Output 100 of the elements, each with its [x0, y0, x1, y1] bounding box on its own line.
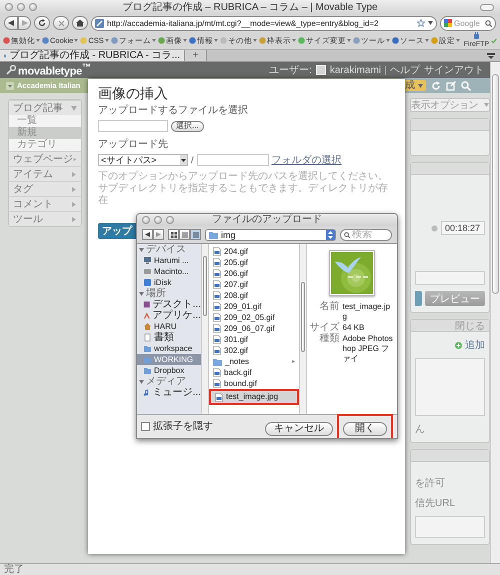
sidebar-group[interactable]: コメント: [9, 196, 81, 211]
scrollbar[interactable]: [490, 62, 500, 563]
sidebar-group[interactable]: ブログ記事: [9, 100, 81, 115]
disclosure-icon: [139, 248, 144, 252]
file-row[interactable]: 205.gif: [209, 257, 299, 268]
file-row[interactable]: 209_02_05.gif: [209, 312, 299, 323]
star-icon: [417, 19, 425, 27]
address-field[interactable]: http://accademia-italiana.jp/mt/mt.cgi?__mode=view&_type=entry&blog_id=2: [91, 16, 437, 30]
folder-popup[interactable]: img: [205, 228, 336, 240]
checkbox[interactable]: [141, 422, 150, 431]
file-row[interactable]: 204.gif: [209, 246, 299, 257]
add-link[interactable]: 追加: [465, 338, 485, 352]
checkbox-label: 拡張子を隠す: [153, 422, 213, 432]
dialog-button[interactable]: 開く: [343, 422, 387, 436]
scrollbar[interactable]: [299, 244, 307, 414]
tool-icon: [3, 37, 10, 44]
dialog-button[interactable]: キャンセル: [265, 422, 333, 436]
panel-text: ん: [414, 423, 426, 436]
image-file-icon: [215, 392, 223, 402]
field-label: アップロードするファイルを選択: [98, 105, 248, 117]
info-label: 名前: [318, 302, 340, 314]
caret-icon: [214, 39, 218, 42]
image-file-icon: [213, 291, 221, 300]
place-item[interactable]: アプリケ...: [137, 310, 201, 321]
file-field[interactable]: [98, 120, 168, 132]
file-row[interactable]: 301.gif: [209, 334, 299, 345]
info-value: 64 KB: [342, 323, 366, 333]
info-value: test_image.jpg: [342, 302, 392, 322]
reload-button[interactable]: [34, 16, 50, 30]
back-button[interactable]: [142, 229, 153, 240]
caret-icon: [424, 39, 429, 42]
image-file-icon: [213, 313, 221, 322]
header-link[interactable]: サインアウト: [424, 63, 484, 77]
choose-button[interactable]: 選択...: [171, 120, 204, 132]
disclosure-icon: [139, 380, 144, 384]
list-view-button[interactable]: [179, 229, 190, 240]
sidebar-group[interactable]: タグ: [9, 181, 81, 196]
edit-icon: [446, 80, 456, 90]
path-select[interactable]: <サイトパス>: [98, 154, 188, 166]
browser-tab[interactable]: ブログ記事の作成 - RUBRICA - コラ...: [0, 50, 185, 61]
place-item[interactable]: workspace: [137, 343, 201, 354]
image-file-icon: [213, 368, 221, 377]
path-field[interactable]: [196, 154, 269, 166]
column-view-button[interactable]: [190, 229, 201, 240]
reload-icon: [38, 19, 46, 27]
scrollbar[interactable]: [201, 244, 209, 414]
text-area[interactable]: [415, 358, 485, 416]
text-area[interactable]: [415, 516, 485, 538]
place-item[interactable]: デスクト...: [137, 299, 201, 310]
caret-icon: [152, 39, 156, 42]
place-item[interactable]: iDisk: [137, 277, 201, 288]
file-row[interactable]: 209_01.gif: [209, 301, 299, 312]
file-row[interactable]: 209_06_07.gif: [209, 323, 299, 334]
home-button[interactable]: [72, 16, 88, 30]
file-row[interactable]: 302.gif: [209, 345, 299, 356]
file-row[interactable]: test_image.jpg: [211, 391, 297, 403]
icon-view-button[interactable]: [168, 229, 179, 240]
image-file-icon: [213, 302, 221, 311]
caret-icon: [104, 39, 109, 42]
folder-link[interactable]: フォルダの選択: [272, 153, 342, 167]
tool-icon: [110, 37, 118, 44]
text-field[interactable]: [415, 271, 485, 285]
file-row[interactable]: 208.gif: [209, 290, 299, 301]
header-link[interactable]: ヘルプ: [390, 63, 420, 77]
dialog-title: 画像の挿入: [98, 85, 168, 101]
drive-icon: [143, 267, 152, 276]
caret-icon: [292, 360, 296, 363]
file-row[interactable]: 206.gif: [209, 268, 299, 279]
home-icon: [76, 19, 84, 27]
tab-list-icon: [487, 52, 495, 58]
field-label: アップロード先: [98, 139, 168, 151]
user-label: ユーザー:: [269, 64, 312, 77]
new-tab-button[interactable]: +: [185, 50, 207, 61]
sidebar-group[interactable]: アイテム: [9, 166, 81, 181]
file-row[interactable]: back.gif: [209, 367, 299, 378]
file-row[interactable]: _notes: [209, 356, 299, 367]
tool-icon: [158, 37, 165, 44]
search-icon: [344, 232, 350, 238]
caret-icon: [456, 39, 460, 42]
tool-icon: [392, 37, 399, 44]
place-item[interactable]: Macinto...: [137, 266, 201, 277]
logo: movabletype$^{™}$: [18, 62, 91, 78]
section-heading: メディア: [146, 376, 186, 386]
back-button[interactable]: [4, 16, 18, 30]
file-row[interactable]: bound.gif: [209, 378, 299, 389]
sidebar-group[interactable]: ウェブページ: [9, 151, 81, 166]
pill-button[interactable]: [480, 4, 494, 10]
sidebar-group[interactable]: ツール: [9, 211, 81, 226]
place-item[interactable]: 書類: [137, 332, 201, 343]
file-row[interactable]: 207.gif: [209, 279, 299, 290]
plus-icon: [455, 342, 462, 348]
place-item[interactable]: ミュージ...: [137, 387, 201, 398]
back-icon: [145, 232, 150, 237]
blog-menu-icon: [6, 82, 14, 90]
tool-icon: [220, 37, 227, 44]
place-item[interactable]: HARU: [137, 321, 201, 332]
place-item[interactable]: Harumi ...: [137, 255, 201, 266]
time-field[interactable]: 00:18:27: [441, 221, 485, 235]
clock-icon: [431, 224, 438, 232]
place-item[interactable]: Dropbox: [137, 365, 201, 376]
